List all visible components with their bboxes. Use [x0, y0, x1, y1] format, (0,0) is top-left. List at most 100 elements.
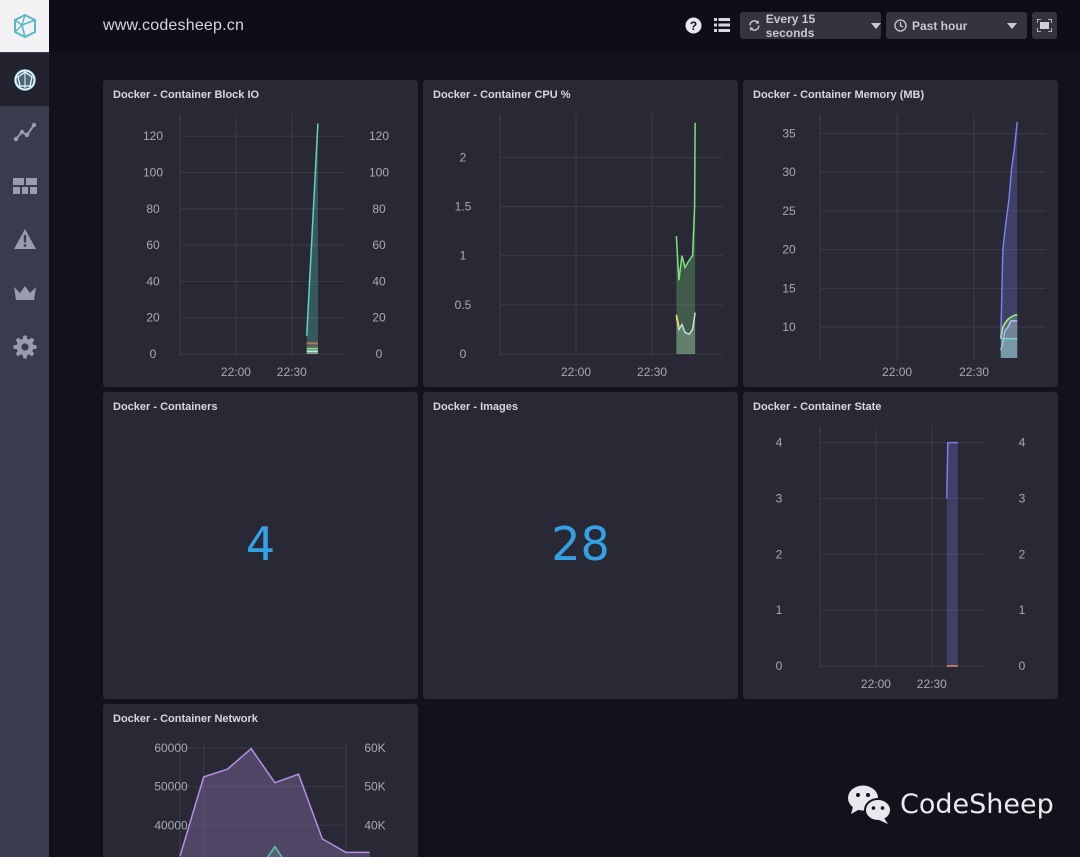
crown-icon [13, 286, 36, 300]
sidebar-item-dashboards[interactable] [0, 166, 49, 206]
x-tick-label: 22:00 [221, 365, 251, 379]
y2-tick-label: 2 [1019, 547, 1026, 561]
y-tick-label: 3 [776, 491, 783, 505]
y2-tick-label: 60 [372, 238, 386, 252]
planet-icon [13, 68, 36, 91]
x-tick-label: 22:00 [561, 365, 591, 379]
y2-tick-label: 40 [372, 274, 386, 288]
sidebar-item-admin[interactable] [0, 273, 49, 313]
y-tick-label: 30 [782, 165, 796, 179]
refresh-icon [749, 20, 760, 31]
series-area-state-running [946, 442, 958, 666]
chevron-down-icon [1007, 23, 1017, 29]
y2-tick-label: 0 [376, 347, 383, 361]
y-tick-label: 20 [782, 243, 796, 257]
x-tick-label: 22:00 [861, 677, 891, 691]
y-tick-label: 80 [146, 202, 160, 216]
sidebar-item-configuration[interactable] [0, 327, 49, 367]
chevron-down-icon [871, 22, 881, 29]
fullscreen-icon [1037, 19, 1052, 32]
y-tick-label: 25 [782, 204, 796, 218]
y-tick-label: 1 [776, 603, 783, 617]
y2-tick-label: 0 [1019, 659, 1026, 673]
y2-tick-label: 80 [372, 202, 386, 216]
sidebar-item-alerting[interactable] [0, 219, 49, 259]
series-area-net-rx [180, 748, 370, 857]
time-range-label: Past hour [912, 18, 968, 33]
x-tick-label: 22:30 [959, 365, 989, 379]
wechat-watermark: CodeSheep [846, 783, 1054, 825]
autorefresh-dropdown[interactable]: Every 15 seconds [740, 11, 881, 40]
y2-tick-label: 60K [364, 741, 385, 755]
y-tick-label: 1 [460, 249, 467, 263]
fullscreen-button[interactable] [1032, 12, 1057, 39]
x-tick-label: 22:30 [917, 677, 947, 691]
block-io-chart: 0 0 20 20 40 40 60 60 80 80 100 100 120 120 22:00 22:30 [143, 114, 389, 379]
y2-tick-label: 1 [1019, 603, 1026, 617]
y-tick-label: 100 [143, 165, 163, 179]
dashboard-grid-icon [12, 178, 37, 194]
series-area-mem-d [1000, 338, 1018, 358]
alert-triangle-icon [13, 229, 36, 249]
panel-title: Docker - Images [433, 401, 518, 413]
sidebar-item-host-list[interactable] [0, 53, 49, 106]
autorefresh-label: Every 15 seconds [765, 11, 816, 40]
y2-tick-label: 20 [372, 311, 386, 325]
y-tick-label: 50000 [154, 780, 188, 794]
list-icon [714, 18, 730, 32]
panel-container-state[interactable]: Docker - Container State 0 0 1 1 2 2 3 3 4 4 22:00… [743, 392, 1058, 699]
y-tick-label: 0.5 [455, 298, 472, 312]
watermark-text: CodeSheep [900, 788, 1054, 820]
sidebar-logo[interactable] [0, 0, 49, 52]
template-variables-button[interactable] [713, 16, 731, 34]
x-tick-label: 22:00 [882, 365, 912, 379]
sidebar [0, 0, 49, 857]
y2-tick-label: 40K [364, 818, 385, 832]
y-tick-label: 0 [460, 347, 467, 361]
chronograf-logo-icon [13, 13, 36, 39]
y2-tick-label: 3 [1019, 491, 1026, 505]
y2-tick-label: 120 [369, 129, 389, 143]
y-tick-label: 15 [782, 281, 796, 295]
container-state-chart: 0 0 1 1 2 2 3 3 4 4 22:00 22:30 [776, 426, 1026, 691]
y-tick-label: 40000 [154, 818, 188, 832]
images-count: 28 [551, 517, 610, 571]
panel-images[interactable]: Docker - Images 28 [423, 392, 738, 699]
gear-icon [13, 335, 36, 359]
y-tick-label: 40 [146, 274, 160, 288]
y-tick-label: 10 [782, 320, 796, 334]
y-tick-label: 0 [150, 347, 157, 361]
panel-cpu[interactable]: Docker - Container CPU % 0 0.5 1 1.5 2 22:00 2… [423, 80, 738, 387]
y-tick-label: 120 [143, 129, 163, 143]
panel-block-io[interactable]: Docker - Container Block IO 0 0 20 20 40 40 60… [103, 80, 418, 387]
y-tick-label: 2 [460, 150, 467, 164]
panel-containers[interactable]: Docker - Containers 4 [103, 392, 418, 699]
y2-tick-label: 100 [369, 165, 389, 179]
question-circle-icon: ? [685, 17, 701, 33]
y2-tick-label: 50K [364, 780, 385, 794]
y-tick-label: 35 [782, 126, 796, 140]
panel-memory[interactable]: Docker - Container Memory (MB) 10 15 20 25 3… [743, 80, 1058, 387]
x-tick-label: 22:30 [637, 365, 667, 379]
time-range-dropdown[interactable]: Past hour [886, 12, 1027, 39]
clock-icon [894, 19, 907, 32]
help-button[interactable]: ? [684, 16, 702, 34]
graphline-icon [13, 122, 36, 142]
y-tick-label: 1.5 [455, 200, 472, 214]
svg-text:?: ? [689, 19, 696, 33]
y-tick-label: 60000 [154, 741, 188, 755]
page-header: www.codesheep.cn ? Every 15 seconds Past… [49, 0, 1080, 52]
cpu-chart: 0 0.5 1 1.5 2 22:00 22:30 [455, 114, 723, 379]
y-tick-label: 4 [776, 436, 783, 450]
y-tick-label: 60 [146, 238, 160, 252]
y-tick-label: 2 [776, 547, 783, 561]
y2-tick-label: 4 [1019, 436, 1026, 450]
panel-title: Docker - Containers [113, 401, 218, 413]
memory-chart: 10 15 20 25 30 35 22:00 22:30 [782, 114, 1046, 379]
x-tick-label: 22:30 [277, 365, 307, 379]
containers-count: 4 [245, 517, 276, 571]
sidebar-item-data-explorer[interactable] [0, 112, 49, 152]
series-line-cpu-a [675, 122, 696, 281]
panel-network[interactable]: Docker - Container Network 40000 40K 50000… [103, 704, 418, 857]
y-tick-label: 20 [146, 311, 160, 325]
